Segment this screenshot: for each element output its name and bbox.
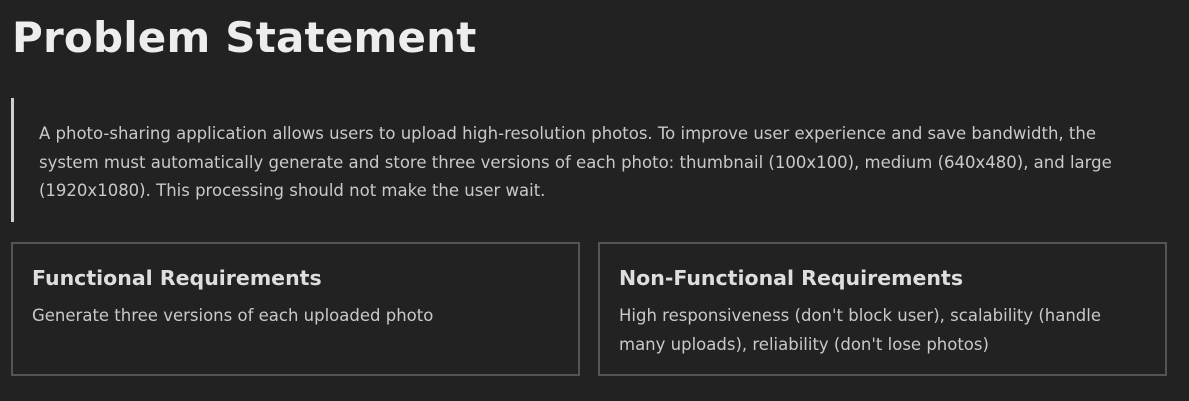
functional-requirements-title: Functional Requirements <box>32 266 322 290</box>
non-functional-requirements-text: High responsiveness (don't block user), … <box>619 306 1102 354</box>
page: Problem Statement A photo-sharing applic… <box>0 0 1189 401</box>
functional-requirements-card: Functional Requirements Generate three v… <box>11 242 580 376</box>
functional-requirements-text: Generate three versions of each uploaded… <box>32 306 434 325</box>
problem-statement-quote: A photo-sharing application allows users… <box>11 98 1161 222</box>
non-functional-requirements-card: Non-Functional Requirements High respons… <box>598 242 1167 376</box>
problem-statement-text: A photo-sharing application allows users… <box>39 124 1112 200</box>
page-title: Problem Statement <box>12 13 477 62</box>
non-functional-requirements-title: Non-Functional Requirements <box>619 266 964 290</box>
